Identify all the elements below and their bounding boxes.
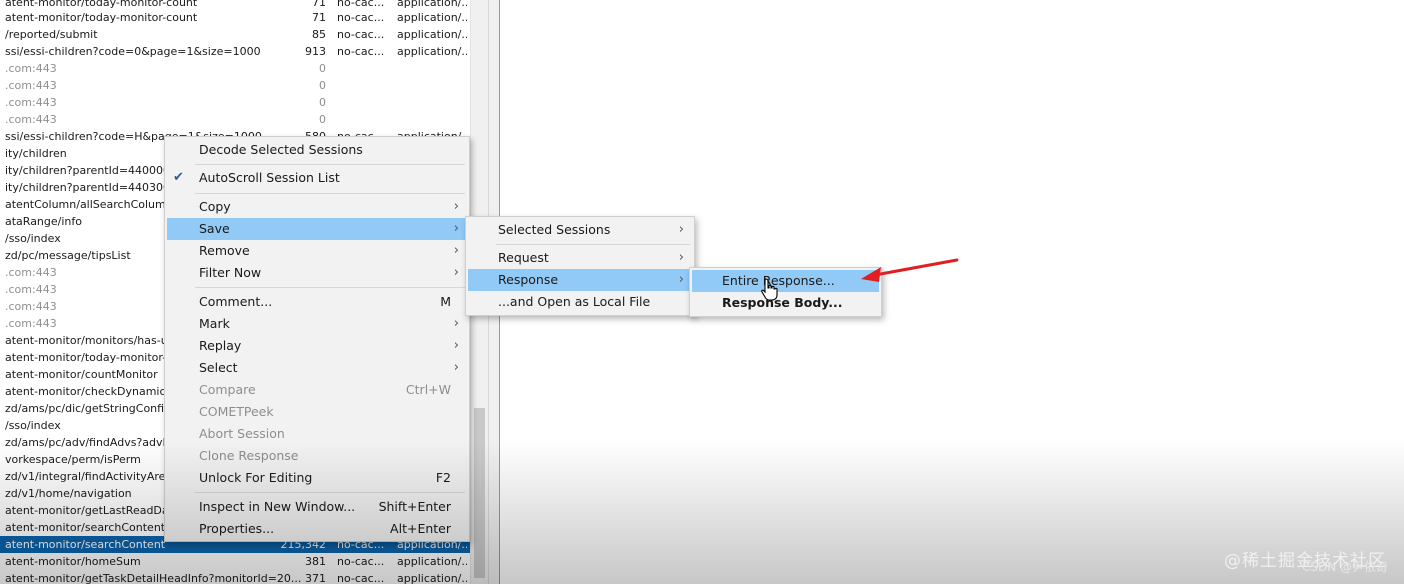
menu-item-response-body[interactable]: Response Body... bbox=[692, 292, 879, 314]
session-content-type: application/... bbox=[397, 45, 467, 58]
session-url: .com:443 bbox=[5, 113, 57, 126]
session-body-size: 0 bbox=[319, 96, 326, 109]
session-caching: no-cac... bbox=[337, 45, 385, 58]
session-url: .com:443 bbox=[5, 79, 57, 92]
watermark-csdn: CSDN @尹依奇 bbox=[1301, 560, 1388, 574]
session-url: .com:443 bbox=[5, 62, 57, 75]
session-url: atent-monitor/today-monitor-count bbox=[5, 11, 198, 24]
session-body-size: 0 bbox=[319, 62, 326, 75]
session-body-size: 0 bbox=[319, 113, 326, 126]
menu-item-comment[interactable]: Comment... M bbox=[167, 291, 467, 313]
menu-item-decode-selected-sessions[interactable]: Decode Selected Sessions bbox=[167, 139, 467, 161]
session-content-type: application/... bbox=[397, 11, 467, 24]
session-row[interactable]: /reported/submit 85 no-cac... application/.… bbox=[0, 26, 470, 43]
chevron-right-icon: › bbox=[453, 243, 459, 258]
session-url: ssi/essi-children?code=0&page=1&size=100… bbox=[5, 45, 261, 58]
hand-cursor-icon bbox=[761, 278, 778, 301]
session-body-size: 0 bbox=[319, 79, 326, 92]
annotation-arrow-icon bbox=[861, 258, 959, 282]
menu-item-select[interactable]: Select › bbox=[167, 357, 467, 379]
chevron-right-icon: › bbox=[453, 265, 459, 280]
session-row[interactable]: atent-monitor/today-monitor-count 71 no-ca… bbox=[0, 9, 470, 26]
session-row[interactable]: atent-monitor/homeSum 381 no-cac... applica… bbox=[0, 553, 470, 570]
menu-separator bbox=[195, 164, 465, 165]
menu-item-inspect-new-window[interactable]: Inspect in New Window... Shift+Enter bbox=[167, 496, 467, 518]
menu-separator bbox=[195, 287, 465, 288]
session-content-type: application/... bbox=[397, 555, 467, 568]
menu-item-request[interactable]: Request › bbox=[468, 247, 692, 269]
menu-item-abort-session: Abort Session bbox=[199, 426, 285, 441]
menu-item-autoscroll[interactable]: ✔ AutoScroll Session List bbox=[167, 167, 467, 189]
menu-item-entire-response[interactable]: Entire Response... bbox=[692, 270, 879, 292]
session-caching: no-cac... bbox=[337, 28, 385, 41]
session-row[interactable]: .com:443 0 bbox=[0, 111, 470, 128]
menu-item-remove[interactable]: Remove › bbox=[167, 240, 467, 262]
menu-item-response[interactable]: Response › bbox=[468, 269, 692, 291]
menu-item-properties[interactable]: Properties... Alt+Enter bbox=[167, 518, 467, 540]
response-submenu: Entire Response... Response Body... bbox=[689, 267, 882, 317]
menu-item-compare: Compare Ctrl+W bbox=[199, 382, 451, 397]
session-url: atent-monitor/homeSum bbox=[5, 555, 141, 568]
chevron-right-icon: › bbox=[678, 222, 684, 237]
session-row[interactable]: atent-monitor/getTaskDetailHeadInfo?moni… bbox=[0, 570, 470, 584]
save-submenu: Selected Sessions › Request › Response › ..… bbox=[465, 216, 695, 316]
menu-item-clone-response: Clone Response bbox=[199, 448, 299, 463]
session-caching: no-cac... bbox=[337, 11, 385, 24]
menu-separator bbox=[195, 492, 465, 493]
menu-item-save[interactable]: Save › bbox=[167, 218, 467, 240]
menu-item-mark[interactable]: Mark › bbox=[167, 313, 467, 335]
session-body-size: 371 bbox=[305, 572, 326, 584]
session-url: .com:443 bbox=[5, 96, 57, 109]
session-row[interactable]: .com:443 0 bbox=[0, 60, 470, 77]
session-row[interactable]: .com:443 0 bbox=[0, 94, 470, 111]
scrollbar-thumb[interactable] bbox=[474, 408, 485, 578]
session-body-size: 913 bbox=[305, 45, 326, 58]
session-url: /reported/submit bbox=[5, 28, 98, 41]
session-row[interactable]: ssi/essi-children?code=0&page=1&size=100… bbox=[0, 43, 470, 60]
menu-item-open-local-file[interactable]: ...and Open as Local File bbox=[468, 291, 692, 313]
chevron-right-icon: › bbox=[678, 250, 684, 265]
session-body-size: 85 bbox=[312, 28, 326, 41]
chevron-right-icon: › bbox=[678, 272, 684, 287]
chevron-right-icon: › bbox=[453, 221, 459, 236]
chevron-right-icon: › bbox=[453, 360, 459, 375]
menu-item-cometpeek: COMETPeek bbox=[199, 404, 274, 419]
menu-item-unlock-for-editing[interactable]: Unlock For Editing F2 bbox=[167, 467, 467, 489]
session-context-menu: Decode Selected Sessions ✔ AutoScroll Ses… bbox=[164, 136, 470, 542]
menu-item-replay[interactable]: Replay › bbox=[167, 335, 467, 357]
chevron-right-icon: › bbox=[453, 338, 459, 353]
menu-separator bbox=[195, 193, 465, 194]
session-content-type: application/... bbox=[397, 28, 467, 41]
chevron-right-icon: › bbox=[453, 316, 459, 331]
menu-separator bbox=[496, 244, 690, 245]
session-body-size: 381 bbox=[305, 555, 326, 568]
menu-item-filter-now[interactable]: Filter Now › bbox=[167, 262, 467, 284]
session-row[interactable]: .com:443 0 bbox=[0, 77, 470, 94]
session-url: atent-monitor/getTaskDetailHeadInfo?moni… bbox=[5, 572, 302, 584]
session-body-size: 71 bbox=[312, 11, 326, 24]
chevron-right-icon: › bbox=[453, 199, 459, 214]
session-caching: no-cac... bbox=[337, 555, 385, 568]
menu-item-selected-sessions[interactable]: Selected Sessions › bbox=[468, 219, 692, 241]
checkmark-icon: ✔ bbox=[173, 170, 184, 185]
session-content-type: application/... bbox=[397, 572, 467, 584]
menu-item-copy[interactable]: Copy › bbox=[167, 196, 467, 218]
session-caching: no-cac... bbox=[337, 572, 385, 584]
